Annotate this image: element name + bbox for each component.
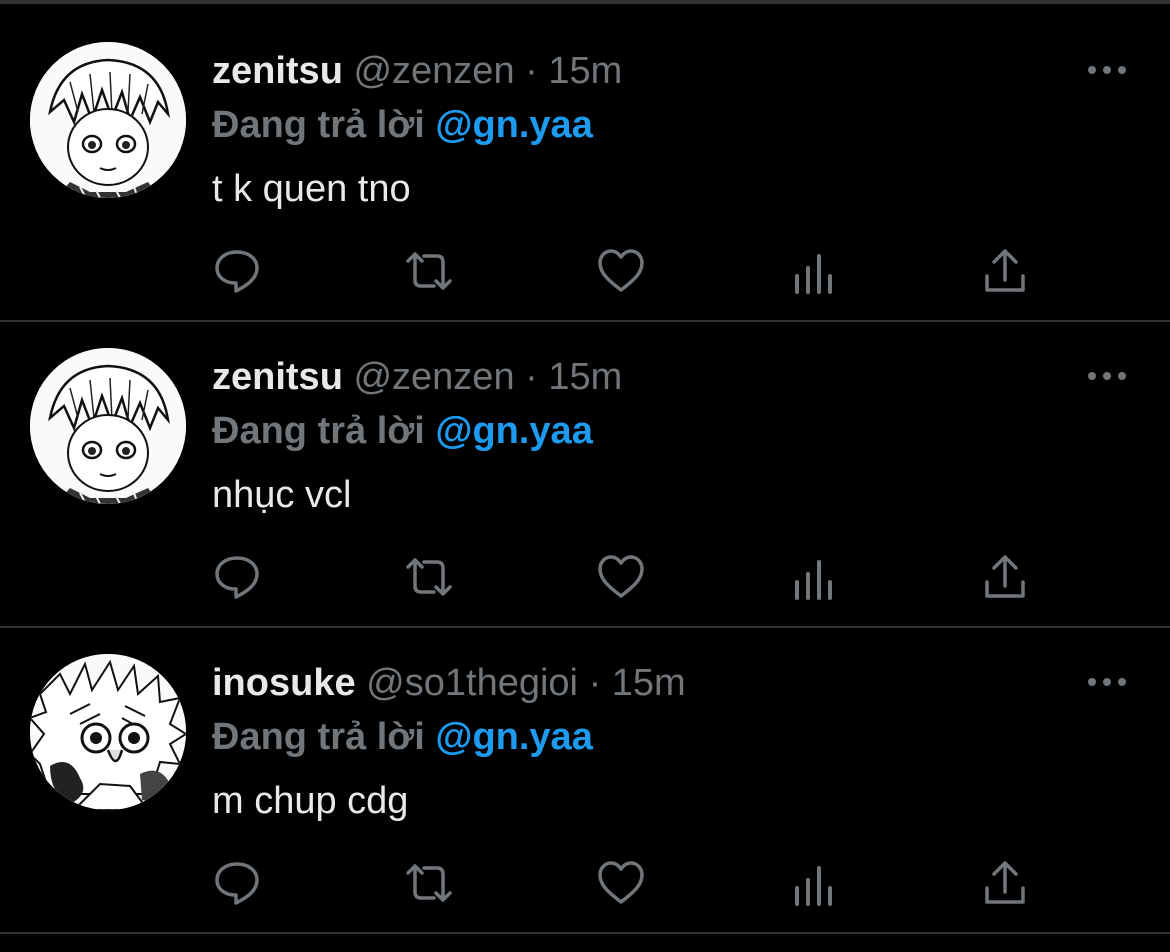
tweet-actions bbox=[212, 246, 1052, 296]
more-button[interactable] bbox=[1086, 60, 1128, 80]
share-button[interactable] bbox=[980, 552, 1030, 602]
analytics-icon bbox=[795, 560, 832, 600]
reply-button[interactable] bbox=[212, 246, 262, 296]
replying-to: Đang trả lời @gn.yaa bbox=[212, 102, 593, 148]
more-icon bbox=[1088, 372, 1126, 380]
replying-to-link[interactable]: @gn.yaa bbox=[435, 716, 592, 758]
timestamp[interactable]: 15m bbox=[612, 662, 686, 704]
retweet-button[interactable] bbox=[404, 552, 454, 602]
tweet[interactable]: zenitsu @zenzen · 15m Đang trả lời @gn.y… bbox=[0, 16, 1170, 322]
retweet-icon bbox=[406, 864, 452, 902]
share-icon bbox=[985, 861, 1025, 904]
retweet-button[interactable] bbox=[404, 246, 454, 296]
tweet-text: t k quen tno bbox=[212, 168, 411, 210]
share-button[interactable] bbox=[980, 858, 1030, 908]
like-icon bbox=[598, 249, 644, 292]
reply-icon bbox=[215, 250, 259, 293]
like-button[interactable] bbox=[596, 552, 646, 602]
replying-to: Đang trả lời @gn.yaa bbox=[212, 714, 593, 760]
more-icon bbox=[1088, 66, 1126, 74]
retweet-icon bbox=[406, 252, 452, 290]
replying-to-label: Đang trả lời bbox=[212, 104, 425, 146]
retweet-button[interactable] bbox=[404, 858, 454, 908]
reply-button[interactable] bbox=[212, 858, 262, 908]
top-divider bbox=[0, 0, 1170, 4]
handle[interactable]: @zenzen bbox=[353, 356, 514, 398]
tweet-header: inosuke @so1thegioi · 15m bbox=[212, 660, 686, 706]
replying-to: Đang trả lời @gn.yaa bbox=[212, 408, 593, 454]
retweet-icon bbox=[406, 558, 452, 596]
tweet-actions bbox=[212, 858, 1052, 908]
tweet-header: zenitsu @zenzen · 15m bbox=[212, 48, 622, 94]
reply-feed: zenitsu @zenzen · 15m Đang trả lời @gn.y… bbox=[0, 16, 1170, 934]
share-button[interactable] bbox=[980, 246, 1030, 296]
like-button[interactable] bbox=[596, 858, 646, 908]
tweet-text: nhục vcl bbox=[212, 474, 352, 516]
like-button[interactable] bbox=[596, 246, 646, 296]
timestamp[interactable]: 15m bbox=[548, 50, 622, 92]
handle[interactable]: @so1thegioi bbox=[366, 662, 578, 704]
analytics-button[interactable] bbox=[788, 858, 838, 908]
replying-to-link[interactable]: @gn.yaa bbox=[435, 104, 592, 146]
reply-icon bbox=[215, 556, 259, 599]
analytics-button[interactable] bbox=[788, 552, 838, 602]
share-icon bbox=[985, 249, 1025, 292]
reply-button[interactable] bbox=[212, 552, 262, 602]
display-name[interactable]: zenitsu bbox=[212, 50, 343, 92]
tweet-actions bbox=[212, 552, 1052, 602]
reply-icon bbox=[215, 862, 259, 905]
tweet[interactable]: zenitsu @zenzen · 15m Đang trả lời @gn.y… bbox=[0, 322, 1170, 628]
more-icon bbox=[1088, 678, 1126, 686]
tweet-text: m chup cdg bbox=[212, 780, 409, 822]
separator: · bbox=[588, 662, 602, 704]
display-name[interactable]: inosuke bbox=[212, 662, 356, 704]
like-icon bbox=[598, 555, 644, 598]
handle[interactable]: @zenzen bbox=[353, 50, 514, 92]
more-button[interactable] bbox=[1086, 366, 1128, 386]
zenitsu-avatar-icon bbox=[30, 348, 186, 504]
replying-to-link[interactable]: @gn.yaa bbox=[435, 410, 592, 452]
tweet-header: zenitsu @zenzen · 15m bbox=[212, 354, 622, 400]
replying-to-label: Đang trả lời bbox=[212, 410, 425, 452]
timestamp[interactable]: 15m bbox=[548, 356, 622, 398]
avatar[interactable] bbox=[30, 654, 186, 810]
like-icon bbox=[598, 861, 644, 904]
share-icon bbox=[985, 555, 1025, 598]
separator: · bbox=[525, 50, 538, 92]
avatar[interactable] bbox=[30, 348, 186, 504]
inosuke-avatar-icon bbox=[30, 654, 186, 810]
more-button[interactable] bbox=[1086, 672, 1128, 692]
analytics-icon bbox=[795, 866, 832, 906]
separator: · bbox=[525, 356, 538, 398]
tweet[interactable]: inosuke @so1thegioi · 15m Đang trả lời @… bbox=[0, 628, 1170, 934]
analytics-button[interactable] bbox=[788, 246, 838, 296]
replying-to-label: Đang trả lời bbox=[212, 716, 425, 758]
avatar[interactable] bbox=[30, 42, 186, 198]
display-name[interactable]: zenitsu bbox=[212, 356, 343, 398]
analytics-icon bbox=[795, 254, 832, 294]
zenitsu-avatar-icon bbox=[30, 42, 186, 198]
